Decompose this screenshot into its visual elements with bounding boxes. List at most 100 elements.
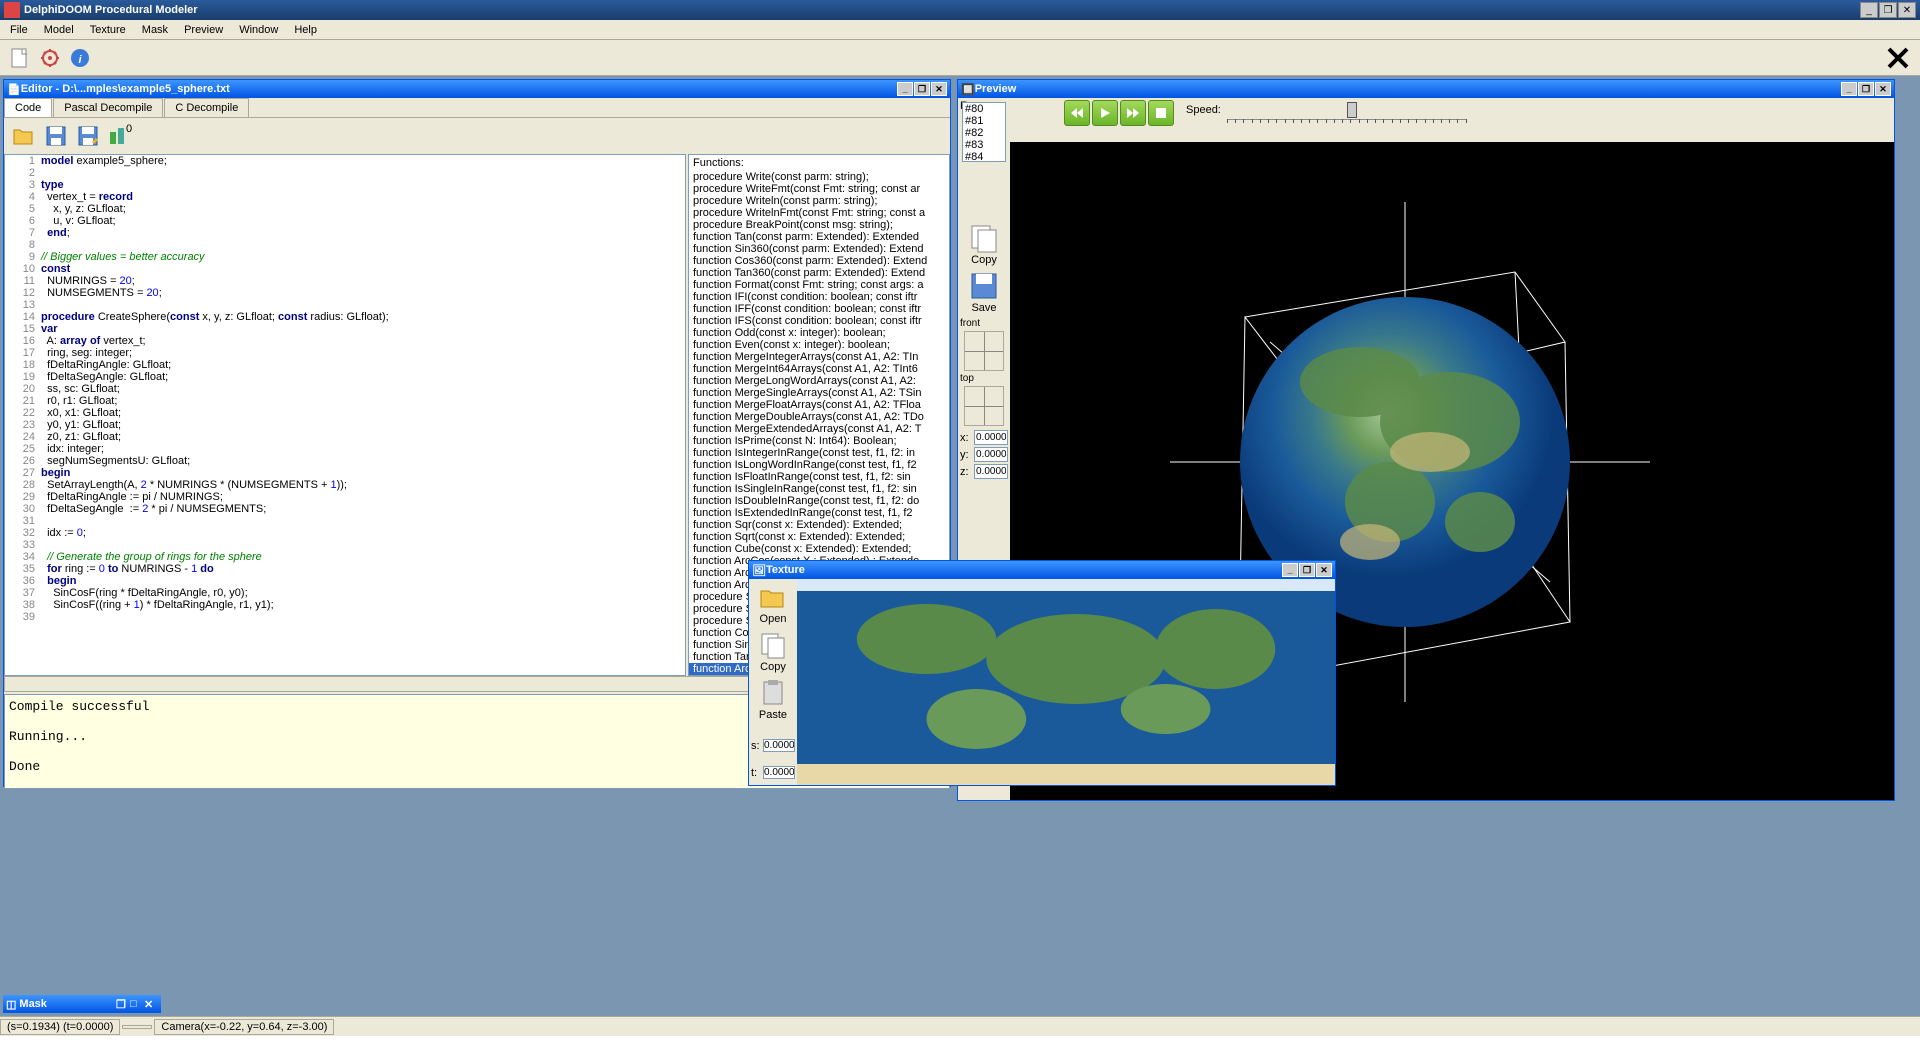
app-titlebar: DelphiDOOM Procedural Modeler _ ❐ ✕ — [0, 0, 1920, 20]
forward-button[interactable] — [1120, 100, 1146, 126]
function-item[interactable]: function Format(const Fmt: string; const… — [689, 279, 949, 291]
copy-button[interactable]: Copy — [963, 222, 1005, 266]
function-item[interactable]: function Tan(const parm: Extended): Exte… — [689, 231, 949, 243]
function-item[interactable]: procedure WriteFmt(const Fmt: string; co… — [689, 183, 949, 195]
function-item[interactable]: function IFI(const condition: boolean; c… — [689, 291, 949, 303]
open-file-button[interactable] — [8, 120, 40, 152]
function-item[interactable]: procedure WritelnFmt(const Fmt: string; … — [689, 207, 949, 219]
texture-paste-button[interactable]: Paste — [751, 679, 795, 721]
function-item[interactable]: function MergeFloatArrays(const A1, A2: … — [689, 399, 949, 411]
save-preview-button[interactable]: Save — [963, 270, 1005, 314]
function-item[interactable]: function Sin360(const parm: Extended): E… — [689, 243, 949, 255]
stop-button[interactable] — [1148, 100, 1174, 126]
menu-help[interactable]: Help — [286, 22, 325, 38]
function-item[interactable]: function Cos360(const parm: Extended): E… — [689, 255, 949, 267]
z-label: z: — [960, 466, 974, 478]
function-item[interactable]: function MergeLongWordArrays(const A1, A… — [689, 375, 949, 387]
texture-open-button[interactable]: Open — [751, 583, 795, 625]
info-button[interactable]: i — [66, 44, 94, 72]
function-item[interactable]: function Sqrt(const x: Extended): Extend… — [689, 531, 949, 543]
function-item[interactable]: function Sqr(const x: Extended): Extende… — [689, 519, 949, 531]
function-item[interactable]: function IsLongWordInRange(const test, f… — [689, 459, 949, 471]
menu-window[interactable]: Window — [231, 22, 286, 38]
frame-item[interactable]: #81 — [963, 115, 1005, 127]
code-editor[interactable]: 1model example5_sphere;23type4 vertex_t … — [4, 154, 686, 676]
function-item[interactable]: function Odd(const x: integer): boolean; — [689, 327, 949, 339]
function-item[interactable]: function IsDoubleInRange(const test, f1,… — [689, 495, 949, 507]
editor-close[interactable]: ✕ — [931, 82, 947, 96]
preview-maximize[interactable]: ❐ — [1858, 82, 1874, 96]
preview-titlebar[interactable]: 🔲 Preview _ ❐ ✕ — [958, 80, 1894, 98]
menu-file[interactable]: File — [2, 22, 36, 38]
s-input[interactable] — [763, 739, 795, 752]
maximize-button[interactable]: ❐ — [1879, 2, 1897, 18]
tab-code[interactable]: Code — [4, 98, 52, 117]
frame-item[interactable]: #83 — [963, 139, 1005, 151]
editor-tabs: CodePascal DecompileC Decompile — [4, 98, 950, 118]
function-item[interactable]: procedure Write(const parm: string); — [689, 171, 949, 183]
save-button[interactable] — [40, 120, 72, 152]
mask-restore[interactable]: ❐ — [116, 998, 130, 1010]
mask-close[interactable]: ✕ — [144, 998, 158, 1010]
texture-close[interactable]: ✕ — [1316, 563, 1332, 577]
texture-copy-button[interactable]: Copy — [751, 631, 795, 673]
function-item[interactable]: procedure BreakPoint(const msg: string); — [689, 219, 949, 231]
texture-minimize[interactable]: _ — [1282, 563, 1298, 577]
function-item[interactable]: function IsFloatInRange(const test, f1, … — [689, 471, 949, 483]
speed-slider[interactable] — [1227, 100, 1467, 120]
function-item[interactable]: function IsPrime(const N: Int64): Boolea… — [689, 435, 949, 447]
front-crosshair[interactable] — [964, 331, 1004, 371]
texture-maximize[interactable]: ❐ — [1299, 563, 1315, 577]
y-input[interactable] — [974, 447, 1008, 462]
editor-titlebar[interactable]: 📄 Editor - D:\...mples\example5_sphere.t… — [4, 80, 950, 98]
menu-preview[interactable]: Preview — [176, 22, 231, 38]
top-crosshair[interactable] — [964, 386, 1004, 426]
function-item[interactable]: function MergeExtendedArrays(const A1, A… — [689, 423, 949, 435]
texture-titlebar[interactable]: 🖼 Texture _ ❐ ✕ — [749, 561, 1335, 579]
front-label: front — [960, 318, 1008, 329]
compile-run-button[interactable]: 01 — [104, 120, 136, 152]
new-file-button[interactable] — [6, 44, 34, 72]
tab-c-decompile[interactable]: C Decompile — [164, 98, 249, 117]
frame-item[interactable]: #80 — [963, 103, 1005, 115]
function-item[interactable]: function IsExtendedInRange(const test, f… — [689, 507, 949, 519]
function-item[interactable]: function Tan360(const parm: Extended): E… — [689, 267, 949, 279]
minimize-button[interactable]: _ — [1860, 2, 1878, 18]
preview-minimize[interactable]: _ — [1841, 82, 1857, 96]
function-item[interactable]: function IsSingleInRange(const test, f1,… — [689, 483, 949, 495]
function-item[interactable]: function MergeIntegerArrays(const A1, A2… — [689, 351, 949, 363]
play-button[interactable] — [1092, 100, 1118, 126]
tab-pascal-decompile[interactable]: Pascal Decompile — [53, 98, 163, 117]
close-button[interactable]: ✕ — [1898, 2, 1916, 18]
t-input[interactable] — [763, 766, 795, 779]
function-item[interactable]: procedure Writeln(const parm: string); — [689, 195, 949, 207]
save-as-button[interactable] — [72, 120, 104, 152]
document-icon: 📄 — [7, 83, 21, 96]
function-item[interactable]: function MergeDoubleArrays(const A1, A2:… — [689, 411, 949, 423]
function-item[interactable]: function Cube(const x: Extended): Extend… — [689, 543, 949, 555]
texture-image[interactable] — [797, 579, 1335, 785]
function-item[interactable]: function MergeSingleArrays(const A1, A2:… — [689, 387, 949, 399]
settings-button[interactable] — [36, 44, 64, 72]
mask-minimized-window[interactable]: ◫ Mask ❐ □ ✕ — [3, 995, 161, 1013]
frames-list[interactable]: #80#81#82#83#84#85 — [962, 102, 1006, 162]
function-item[interactable]: function IFF(const condition: boolean; c… — [689, 303, 949, 315]
menu-model[interactable]: Model — [36, 22, 82, 38]
rewind-button[interactable] — [1064, 100, 1090, 126]
frame-item[interactable]: #84 — [963, 151, 1005, 162]
close-big-button[interactable] — [1884, 44, 1912, 72]
frame-item[interactable]: #82 — [963, 127, 1005, 139]
app-icon — [4, 2, 20, 18]
function-item[interactable]: function Even(const x: integer): boolean… — [689, 339, 949, 351]
editor-minimize[interactable]: _ — [897, 82, 913, 96]
function-item[interactable]: function IsIntegerInRange(const test, f1… — [689, 447, 949, 459]
function-item[interactable]: function IFS(const condition: boolean; c… — [689, 315, 949, 327]
preview-close[interactable]: ✕ — [1875, 82, 1891, 96]
x-input[interactable] — [974, 430, 1008, 445]
menu-mask[interactable]: Mask — [134, 22, 176, 38]
z-input[interactable] — [974, 464, 1008, 479]
editor-maximize[interactable]: ❐ — [914, 82, 930, 96]
function-item[interactable]: function MergeInt64Arrays(const A1, A2: … — [689, 363, 949, 375]
menu-texture[interactable]: Texture — [82, 22, 134, 38]
mask-maximize[interactable]: □ — [130, 998, 144, 1010]
